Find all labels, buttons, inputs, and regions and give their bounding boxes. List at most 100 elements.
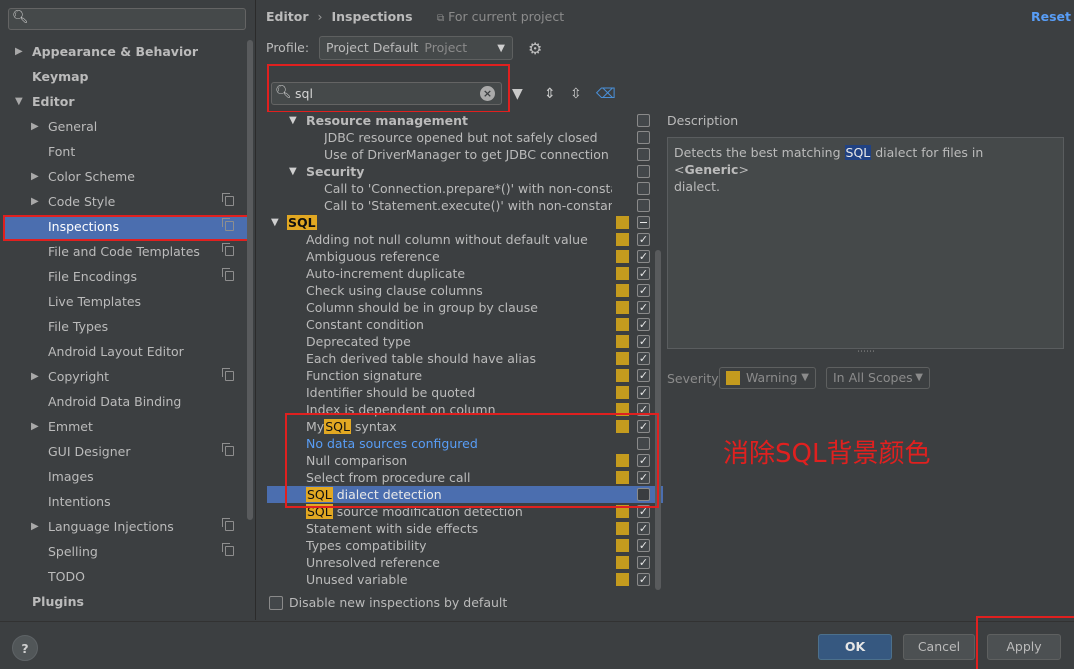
group-resource-management[interactable]: ▼ Resource management xyxy=(267,112,663,129)
checkbox[interactable] xyxy=(637,165,650,178)
inspection-label: Ambiguous reference xyxy=(306,249,440,264)
severity-select[interactable]: Warning ▼ xyxy=(719,367,816,389)
tree-item-images[interactable]: Images xyxy=(48,464,94,489)
inspection-row[interactable]: Constant condition ✓ xyxy=(267,316,663,333)
severity-swatch xyxy=(616,335,629,348)
inspection-row[interactable]: Column should be in group by clause ✓ xyxy=(267,299,663,316)
checkbox[interactable] xyxy=(637,131,650,144)
expand-arrow-icon[interactable]: ▶ xyxy=(31,164,39,189)
gear-icon[interactable]: ⚙ xyxy=(528,39,542,58)
collapse-arrow-icon[interactable]: ▼ xyxy=(289,112,297,129)
collapse-arrow-icon[interactable]: ▼ xyxy=(15,89,23,114)
expand-arrow-icon[interactable]: ▶ xyxy=(15,39,23,64)
tree-scrollbar[interactable] xyxy=(247,40,253,520)
inspection-row[interactable]: Adding not null column without default v… xyxy=(267,231,663,248)
inspection-row[interactable]: Types compatibility ✓ xyxy=(267,537,663,554)
inspection-row[interactable]: Check using clause columns ✓ xyxy=(267,282,663,299)
tree-item-android-data-binding[interactable]: Android Data Binding xyxy=(48,389,181,414)
disable-new-inspections-checkbox[interactable] xyxy=(269,596,283,610)
tree-item-keymap[interactable]: Keymap xyxy=(32,64,89,89)
inspection-row[interactable]: Deprecated type ✓ xyxy=(267,333,663,350)
inspection-row[interactable]: Function signature ✓ xyxy=(267,367,663,384)
checkbox-checked[interactable]: ✓ xyxy=(637,369,650,382)
tree-item-spelling[interactable]: Spelling xyxy=(48,539,248,564)
tree-item-file-encodings[interactable]: File Encodings xyxy=(48,264,248,289)
clear-search-icon[interactable]: × xyxy=(480,86,495,101)
desc-highlight: SQL xyxy=(844,145,872,160)
inspection-row[interactable]: Call to 'Connection.prepare*()' with non… xyxy=(267,180,663,197)
checkbox[interactable] xyxy=(637,114,650,127)
checkbox-partial[interactable] xyxy=(637,216,650,229)
group-label: SQL xyxy=(287,215,317,230)
collapse-arrow-icon[interactable]: ▼ xyxy=(271,214,279,231)
inspection-row[interactable]: Each derived table should have alias ✓ xyxy=(267,350,663,367)
tree-item-general[interactable]: General xyxy=(48,114,97,139)
inspection-row[interactable]: Unresolved reference ✓ xyxy=(267,554,663,571)
collapse-all-icon[interactable]: ⇳ xyxy=(570,86,582,102)
reset-link[interactable]: Reset xyxy=(1031,7,1071,27)
inspection-search-input[interactable]: 🔍︎ sql × xyxy=(271,82,502,105)
expand-arrow-icon[interactable]: ▶ xyxy=(31,414,39,439)
disable-new-inspections-label[interactable]: Disable new inspections by default xyxy=(289,595,507,611)
checkbox-checked[interactable]: ✓ xyxy=(637,267,650,280)
tree-item-live-templates[interactable]: Live Templates xyxy=(48,289,141,314)
splitter-handle-icon[interactable]: ⋯⋯ xyxy=(857,347,875,357)
filter-icon[interactable]: ▼ xyxy=(512,86,523,102)
tree-item-todo[interactable]: TODO xyxy=(48,564,85,589)
tree-item-code-style[interactable]: Code Style xyxy=(48,189,248,214)
checkbox[interactable] xyxy=(637,182,650,195)
scope-select[interactable]: In All Scopes ▼ xyxy=(826,367,930,389)
inspection-row[interactable]: Use of DriverManager to get JDBC connect… xyxy=(267,146,663,163)
tree-item-file-templates[interactable]: File and Code Templates xyxy=(48,239,248,264)
inspection-row[interactable]: Ambiguous reference ✓ xyxy=(267,248,663,265)
checkbox-checked[interactable]: ✓ xyxy=(637,522,650,535)
tree-item-file-types[interactable]: File Types xyxy=(48,314,108,339)
tree-item-font[interactable]: Font xyxy=(48,139,75,164)
settings-search-input[interactable]: 🔍︎ xyxy=(8,8,246,30)
inspection-row[interactable]: JDBC resource opened but not safely clos… xyxy=(267,129,663,146)
checkbox-checked[interactable]: ✓ xyxy=(637,233,650,246)
expand-arrow-icon[interactable]: ▶ xyxy=(31,364,39,389)
tree-item-gui-designer[interactable]: GUI Designer xyxy=(48,439,248,464)
collapse-arrow-icon[interactable]: ▼ xyxy=(289,163,297,180)
checkbox-checked[interactable]: ✓ xyxy=(637,301,650,314)
checkbox-checked[interactable]: ✓ xyxy=(637,386,650,399)
inspection-row[interactable]: Statement with side effects ✓ xyxy=(267,520,663,537)
tree-item-intentions[interactable]: Intentions xyxy=(48,489,111,514)
cancel-button[interactable]: Cancel xyxy=(903,634,975,660)
tree-item-copyright[interactable]: Copyright xyxy=(48,364,248,389)
group-security[interactable]: ▼ Security xyxy=(267,163,663,180)
tree-item-appearance[interactable]: Appearance & Behavior xyxy=(32,39,198,64)
group-sql[interactable]: ▼ SQL xyxy=(267,214,663,231)
tree-item-android-layout-editor[interactable]: Android Layout Editor xyxy=(48,339,184,364)
help-button[interactable]: ? xyxy=(12,635,38,661)
tree-item-color-scheme[interactable]: Color Scheme xyxy=(48,164,135,189)
inspection-row[interactable]: Identifier should be quoted ✓ xyxy=(267,384,663,401)
tree-item-inspections[interactable]: Inspections xyxy=(48,214,248,239)
tree-item-plugins[interactable]: Plugins xyxy=(32,589,84,614)
checkbox-checked[interactable]: ✓ xyxy=(637,539,650,552)
checkbox-checked[interactable]: ✓ xyxy=(637,284,650,297)
inspection-row[interactable]: Call to 'Statement.execute()' with non-c… xyxy=(267,197,663,214)
profile-select[interactable]: Project Default Project ▼ xyxy=(319,36,513,60)
inspection-row[interactable]: Auto-increment duplicate ✓ xyxy=(267,265,663,282)
expand-all-icon[interactable]: ⇕ xyxy=(544,86,556,102)
checkbox[interactable] xyxy=(637,199,650,212)
tree-item-language-injections[interactable]: Language Injections xyxy=(48,514,248,539)
checkbox-checked[interactable]: ✓ xyxy=(637,573,650,586)
ok-button[interactable]: OK xyxy=(818,634,892,660)
tree-item-editor[interactable]: Editor xyxy=(32,89,75,114)
checkbox-checked[interactable]: ✓ xyxy=(637,318,650,331)
expand-arrow-icon[interactable]: ▶ xyxy=(31,114,39,139)
checkbox-checked[interactable]: ✓ xyxy=(637,556,650,569)
checkbox-checked[interactable]: ✓ xyxy=(637,335,650,348)
reset-to-default-icon[interactable]: ⌫ xyxy=(596,86,616,102)
inspection-row[interactable]: Unused variable ✓ xyxy=(267,571,663,588)
tree-item-emmet[interactable]: Emmet xyxy=(48,414,93,439)
checkbox[interactable] xyxy=(637,148,650,161)
checkbox-checked[interactable]: ✓ xyxy=(637,352,650,365)
expand-arrow-icon[interactable]: ▶ xyxy=(31,514,39,539)
severity-swatch xyxy=(616,284,629,297)
expand-arrow-icon[interactable]: ▶ xyxy=(31,189,39,214)
checkbox-checked[interactable]: ✓ xyxy=(637,250,650,263)
